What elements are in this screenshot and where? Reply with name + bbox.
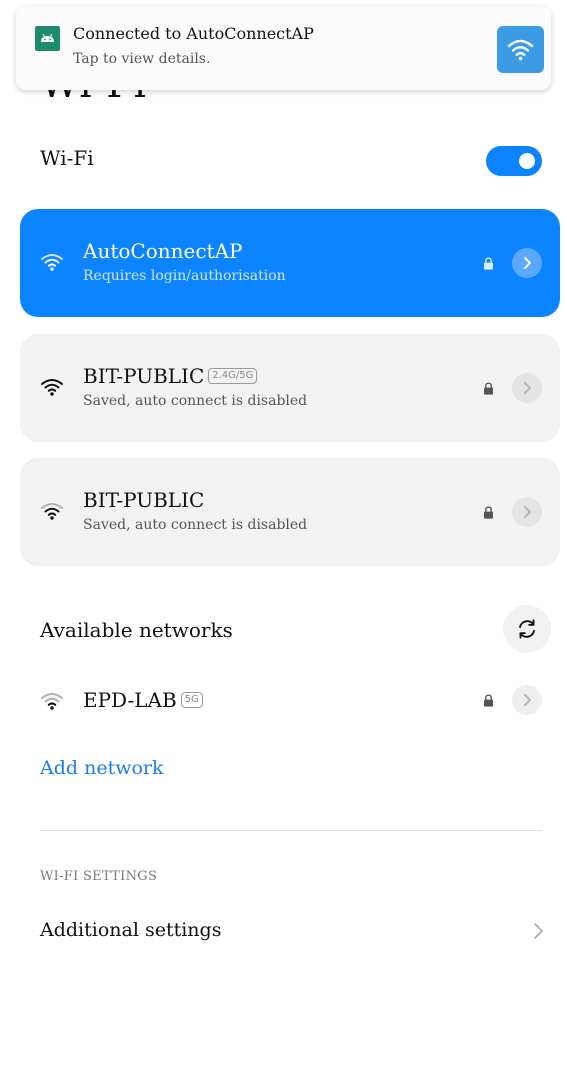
network-name: EPD-LAB 5G xyxy=(83,688,203,712)
chevron-right-icon xyxy=(524,257,531,269)
notification-text: Tap to view details. xyxy=(73,51,211,67)
network-details-button[interactable] xyxy=(512,685,542,715)
connected-notification[interactable]: Connected to AutoConnectAP Tap to view d… xyxy=(16,6,551,90)
wifi-signal-icon xyxy=(41,379,63,396)
wifi-signal-icon xyxy=(41,503,63,520)
network-details-button[interactable] xyxy=(512,248,542,278)
add-network-link[interactable]: Add network xyxy=(40,757,164,779)
divider xyxy=(40,830,542,831)
additional-settings-label: Additional settings xyxy=(40,919,222,941)
refresh-button[interactable] xyxy=(503,605,551,653)
network-card-bit-public[interactable]: BIT-PUBLIC Saved, auto connect is disabl… xyxy=(20,458,560,566)
refresh-icon xyxy=(519,619,535,639)
additional-settings-row[interactable]: Additional settings xyxy=(20,905,560,957)
wifi-signal-icon xyxy=(41,254,63,271)
band-badge: 2.4G/5G xyxy=(208,367,258,384)
network-name-text: BIT-PUBLIC xyxy=(83,364,205,388)
wifi-settings-header: WI-FI SETTINGS xyxy=(40,869,158,884)
lock-icon xyxy=(484,257,493,270)
chevron-right-icon xyxy=(524,506,531,518)
network-status: Requires login/authorisation xyxy=(83,268,286,284)
network-card-autoconnectap[interactable]: AutoConnectAP Requires login/authorisati… xyxy=(20,209,560,317)
network-details-button[interactable] xyxy=(512,373,542,403)
wifi-toggle-switch[interactable] xyxy=(486,146,542,176)
notification-title: Connected to AutoConnectAP xyxy=(73,24,314,43)
network-card-bit-public-dual[interactable]: BIT-PUBLIC 2.4G/5G Saved, auto connect is… xyxy=(20,334,560,442)
network-status: Saved, auto connect is disabled xyxy=(83,393,308,409)
network-name: BIT-PUBLIC 2.4G/5G xyxy=(83,364,258,388)
network-status: Saved, auto connect is disabled xyxy=(83,517,308,533)
lock-icon xyxy=(484,506,493,519)
network-name: BIT-PUBLIC xyxy=(83,488,205,512)
network-details-button[interactable] xyxy=(512,497,542,527)
wifi-toggle-label: Wi-Fi xyxy=(40,146,94,170)
wifi-signal-icon xyxy=(41,693,63,710)
available-networks-title: Available networks xyxy=(40,618,233,642)
chevron-right-icon xyxy=(524,382,531,394)
available-network-epd-lab[interactable]: EPD-LAB 5G xyxy=(20,672,560,728)
android-icon xyxy=(35,26,60,51)
network-name: AutoConnectAP xyxy=(83,239,243,263)
network-name-text: EPD-LAB xyxy=(83,688,177,712)
chevron-right-icon xyxy=(524,694,531,706)
lock-icon xyxy=(484,382,493,395)
lock-icon xyxy=(484,694,493,707)
band-badge: 5G xyxy=(180,691,203,708)
toggle-knob xyxy=(519,153,535,169)
chevron-right-icon xyxy=(534,923,543,939)
wifi-icon[interactable] xyxy=(497,26,544,73)
wifi-settings-screen: Wi-Fi Connected to AutoConnectAP Tap to … xyxy=(0,0,567,1086)
